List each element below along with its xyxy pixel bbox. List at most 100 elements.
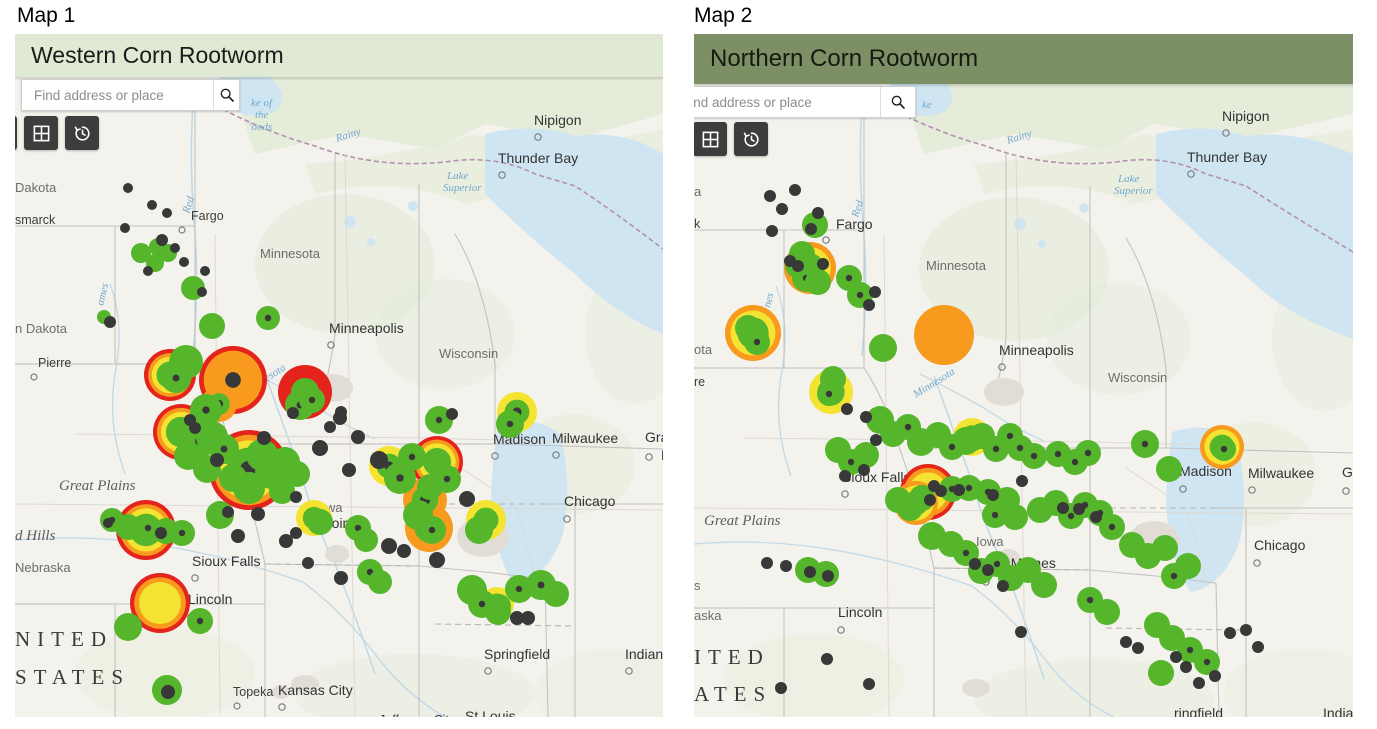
map-symbol-ring [776, 203, 788, 215]
map-symbol-ring [935, 485, 947, 497]
map1-basemap[interactable]: ke of the 'oods Rainy Red ames Minnesota… [15, 34, 663, 717]
map1-caption: Map 1 [17, 4, 75, 28]
map-symbol-ring [949, 444, 955, 450]
svg-text:Pierre: Pierre [38, 356, 71, 370]
search-input[interactable] [22, 80, 213, 110]
map-symbol-ring [222, 506, 234, 518]
map-symbol-ring [1015, 626, 1027, 638]
map-symbol-ring [1221, 446, 1227, 452]
map-symbol-ring [516, 586, 522, 592]
map-symbol-ring [147, 200, 157, 210]
map-symbol-ring [1017, 445, 1023, 451]
map2-toolbar[interactable] [694, 122, 768, 156]
map1-toolbar[interactable] [15, 116, 99, 150]
map-symbol-ring [351, 430, 365, 444]
map-symbol-ring [1120, 636, 1132, 648]
svg-text:k: k [694, 217, 701, 231]
map-symbol-ring [1187, 647, 1193, 653]
map-symbol-ring [162, 208, 172, 218]
map-symbol-ring [210, 453, 224, 467]
svg-text:Indianapo: Indianapo [625, 646, 663, 662]
map-symbol-ring [200, 266, 210, 276]
map-symbol-ring [123, 183, 133, 193]
map-symbol-ring [841, 403, 853, 415]
map1-search-box[interactable] [21, 79, 240, 111]
map-symbol-ring [396, 474, 403, 481]
time-slider-button[interactable] [65, 116, 99, 150]
map-symbol-ring [429, 552, 445, 568]
map-symbol-ring [179, 257, 189, 267]
map-symbol-ring [993, 446, 999, 452]
map-symbol-ring [1156, 456, 1182, 482]
map-symbol-ring [429, 527, 435, 533]
map-symbol-ring [992, 512, 998, 518]
map-panel-western[interactable]: ke of the 'oods Rainy Red ames Minnesota… [15, 34, 663, 717]
svg-text:Great Plains: Great Plains [704, 513, 781, 529]
map-symbol-ring [287, 407, 299, 419]
map-symbol-ring [775, 682, 787, 694]
map-symbol-ring [231, 529, 245, 543]
map2-header-title: Northern Corn Rootworm [710, 45, 978, 73]
map-symbol-ring [997, 580, 1009, 592]
map-symbol-ring [103, 518, 113, 528]
svg-text:Minneapolis: Minneapolis [329, 320, 404, 336]
svg-text:Milwaukee: Milwaukee [552, 430, 618, 446]
svg-text:aska: aska [694, 608, 722, 623]
map-symbol-ring [1002, 504, 1028, 530]
map-symbol-ring [459, 491, 475, 507]
map-symbol-ring [197, 287, 207, 297]
map-symbol-ring [104, 316, 116, 328]
map-symbol-ring [805, 223, 817, 235]
svg-text:Iowa: Iowa [976, 534, 1004, 549]
map-symbol-ring [969, 558, 981, 570]
map-symbol-ring [1073, 503, 1085, 515]
map-symbol-ring [307, 509, 333, 535]
search-input[interactable] [694, 87, 880, 117]
svg-text:Springfield: Springfield [484, 646, 550, 662]
svg-text:Nipigon: Nipigon [534, 112, 581, 128]
svg-text:ATES: ATES [694, 682, 772, 706]
grid-icon [701, 130, 720, 149]
map-symbol-ring [1193, 677, 1205, 689]
svg-text:Fargo: Fargo [836, 216, 873, 232]
map-symbol-ring [221, 446, 228, 453]
map-symbol-ring [1180, 661, 1192, 673]
map-symbol-ring [251, 507, 265, 521]
map-symbol-ring [436, 417, 442, 423]
map-panel-northern[interactable]: ke Rainy Red nes Minnesota Lake Superior… [694, 34, 1353, 717]
map-symbol-ring [914, 305, 974, 365]
map-symbol-ring [170, 243, 180, 253]
search-button[interactable] [880, 87, 915, 117]
map-symbol-ring [1016, 475, 1028, 487]
search-button[interactable] [213, 80, 239, 110]
map-symbol-ring [858, 464, 870, 476]
clipped-tool-button[interactable] [15, 116, 17, 150]
map-symbol-ring [521, 611, 535, 625]
map-symbol-ring [905, 424, 911, 430]
basemap-gallery-button[interactable] [24, 116, 58, 150]
map-symbol-ring [1068, 513, 1074, 519]
clock-icon [742, 130, 761, 149]
map2-search-box[interactable] [694, 86, 916, 118]
svg-text:Jefferson City: Jefferson City [379, 713, 456, 717]
map-symbol-ring [822, 570, 834, 582]
map-symbol-ring [309, 397, 315, 403]
map1-header-title: Western Corn Rootworm [31, 42, 284, 69]
map-symbol-ring [764, 190, 776, 202]
map-symbol-ring [155, 527, 167, 539]
map-symbol-ring [354, 528, 378, 552]
basemap-gallery-button[interactable] [694, 122, 727, 156]
map-symbol-ring [225, 372, 241, 388]
map-symbol-ring [792, 260, 804, 272]
map-symbol-ring [114, 613, 142, 641]
map2-basemap[interactable]: ke Rainy Red nes Minnesota Lake Superior… [694, 34, 1353, 717]
map-symbol-ring [1055, 451, 1061, 457]
map-symbol-ring [342, 463, 356, 477]
svg-text:STATES: STATES [15, 665, 130, 689]
map-symbol-ring [1171, 573, 1177, 579]
page-root: Map 1 Map 2 ke of the 'oods Rainy Red am… [0, 0, 1377, 729]
map-symbol-ring [368, 570, 392, 594]
svg-text:Kansas City: Kansas City [278, 682, 353, 698]
time-slider-button[interactable] [734, 122, 768, 156]
map-symbol-ring [335, 406, 347, 418]
